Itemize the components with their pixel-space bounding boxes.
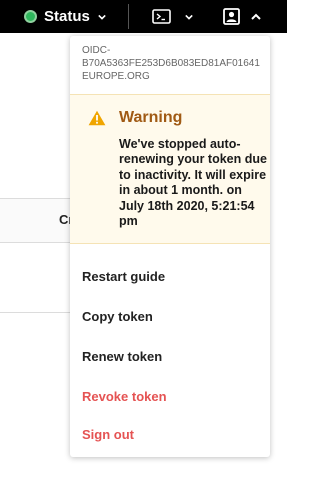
user-menu-button[interactable]: [223, 0, 261, 33]
status-label: Status: [44, 8, 90, 25]
sign-out-item[interactable]: Sign out: [82, 427, 134, 442]
warning-title: Warning: [119, 109, 183, 126]
token-warning-alert: Warning We've stopped auto-renewing your…: [70, 94, 270, 244]
user-id-line: B70A5363FE253D6B083ED81AF01641: [82, 58, 260, 69]
revoke-token-item[interactable]: Revoke token: [82, 389, 167, 404]
user-dropdown-menu: OIDC- B70A5363FE253D6B083ED81AF01641 EUR…: [70, 36, 270, 457]
status-button[interactable]: Status: [24, 0, 106, 33]
top-navbar: Status: [0, 0, 287, 33]
user-id-line: EUROPE.ORG: [82, 71, 150, 82]
copy-token-item[interactable]: Copy token: [82, 309, 153, 324]
background-divider: [0, 242, 70, 243]
terminal-button[interactable]: [152, 0, 193, 33]
chevron-down-icon: [185, 14, 193, 20]
chevron-up-icon: [251, 13, 261, 20]
user-id-line: OIDC-: [82, 45, 111, 56]
warning-message: We've stopped auto-renewing your token d…: [119, 137, 267, 229]
terminal-icon: [152, 9, 171, 24]
restart-guide-item[interactable]: Restart guide: [82, 269, 165, 284]
background-divider: [0, 312, 70, 313]
status-indicator-dot: [24, 10, 37, 23]
renew-token-item[interactable]: Renew token: [82, 349, 162, 364]
chevron-down-icon: [98, 14, 106, 20]
user-id-text: OIDC- B70A5363FE253D6B083ED81AF01641 EUR…: [70, 36, 270, 83]
warning-triangle-icon: [88, 110, 106, 126]
navbar-divider: [128, 4, 129, 29]
user-portrait-icon: [223, 8, 240, 25]
